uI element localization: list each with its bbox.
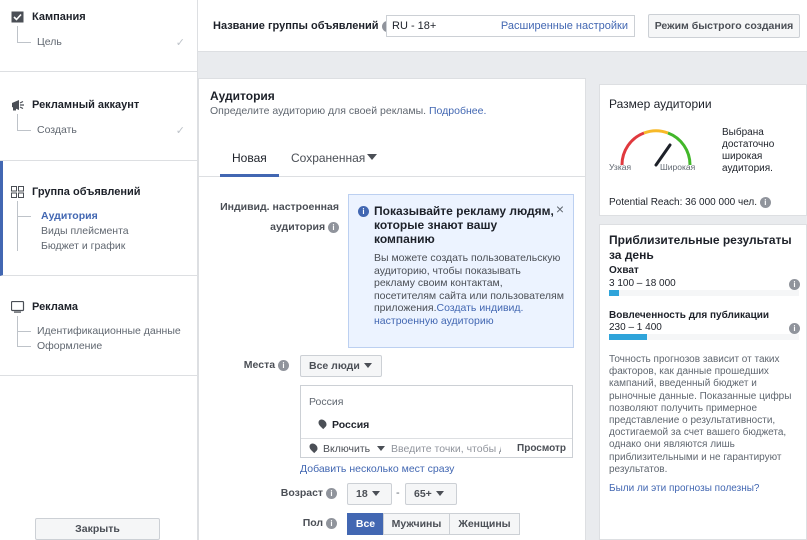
tab-new[interactable]: Новая <box>220 151 279 177</box>
location-search-input[interactable]: Введите точки, чтобы добавить <box>391 443 501 455</box>
close-icon[interactable]: × <box>556 201 564 217</box>
age-to-dropdown[interactable]: 65+ <box>405 483 457 505</box>
potential-reach: Potential Reach: 36 000 000 чел. <box>609 197 758 209</box>
tab-saved[interactable]: Сохраненная <box>291 151 378 165</box>
adset-name-value: RU - 18+ <box>392 20 437 32</box>
reach-label: Охват <box>609 265 639 276</box>
chevron-down-icon <box>377 446 386 451</box>
gender-men-button[interactable]: Мужчины <box>383 513 450 535</box>
chevron-down-icon <box>371 491 380 496</box>
tab-saved-label: Сохраненная <box>291 151 366 165</box>
age-from-value: 18 <box>356 488 368 500</box>
feedback-link[interactable]: Были ли эти прогнозы полезны? <box>609 483 759 494</box>
estimates-title: Приблизительные результаты за день <box>609 233 792 262</box>
audience-size-description: Выбрана достаточно широкая аудитория. <box>722 127 775 174</box>
chevron-down-icon <box>435 491 444 496</box>
info-circle-icon: i <box>358 206 369 217</box>
info-icon[interactable]: i <box>789 279 800 290</box>
sidebar-section-adset[interactable]: Группа объявлений Аудитория Виды плейсме… <box>0 161 197 276</box>
places-label: Места <box>243 359 276 371</box>
audience-card: Аудитория Определите аудиторию для своей… <box>198 78 586 540</box>
create-check-icon: ✓ <box>175 125 185 137</box>
location-header: Россия <box>309 396 344 408</box>
age-label: Возраст <box>280 487 324 499</box>
info-icon[interactable]: i <box>328 221 339 233</box>
adset-name-bar: Название группы объявлений i RU - 18+ Ра… <box>198 0 807 52</box>
estimates-note: Точность прогнозов зависит от таких факт… <box>609 354 792 475</box>
engagement-label: Вовлеченность для публикации <box>609 310 770 321</box>
reach-bar <box>609 290 799 296</box>
gender-all-button[interactable]: Все <box>347 513 384 535</box>
info-icon[interactable]: i <box>326 487 337 499</box>
sidebar: Кампания Цель ✓ Рекламный аккаунт Создат… <box>0 0 198 540</box>
sidebar-ad-title: Реклама <box>32 301 79 313</box>
include-dropdown[interactable]: Включить <box>307 441 386 455</box>
browse-button[interactable]: Просмотр <box>517 443 566 454</box>
engagement-bar <box>609 334 799 340</box>
audience-subtitle: Определите аудиторию для своей рекламы. <box>210 105 427 117</box>
audience-tabs: Новая Сохраненная <box>199 137 585 177</box>
sidebar-section-ad[interactable]: Реклама Идентификационные данные Оформле… <box>0 276 197 376</box>
sidebar-item-goal[interactable]: Цель <box>37 36 62 48</box>
gauge-wide-label: Широкая <box>660 162 696 172</box>
reach-value: 3 100 – 18 000 <box>609 278 676 289</box>
close-button[interactable]: Закрыть <box>35 518 160 540</box>
audience-size-card: Размер аудитории Узкая Широкая Выбрана д… <box>599 84 807 216</box>
age-from-dropdown[interactable]: 18 <box>347 483 392 505</box>
sidebar-adset-title: Группа объявлений <box>32 186 141 198</box>
location-item[interactable]: Россия <box>316 417 370 431</box>
custom-audience-label-2: аудитория <box>270 221 326 233</box>
gauge-narrow-label: Узкая <box>609 162 632 172</box>
info-icon[interactable]: i <box>326 517 337 529</box>
info-icon[interactable]: i <box>759 197 771 208</box>
age-to-value: 65+ <box>414 488 432 500</box>
audience-title: Аудитория <box>210 89 275 103</box>
quick-creation-button[interactable]: Режим быстрого создания <box>648 14 800 38</box>
location-item-label: Россия <box>332 419 370 431</box>
gender-label: Пол <box>302 517 324 529</box>
sidebar-section-campaign[interactable]: Кампания Цель ✓ <box>0 0 197 72</box>
tip-title: Показывайте рекламу людям, которые знают… <box>374 204 554 246</box>
sidebar-item-budget[interactable]: Бюджет и график <box>41 240 125 252</box>
add-multiple-locations-link[interactable]: Добавить несколько мест сразу <box>300 463 454 475</box>
engagement-value: 230 – 1 400 <box>609 322 662 333</box>
location-pin-icon <box>307 441 320 454</box>
sidebar-account-title: Рекламный аккаунт <box>32 99 140 111</box>
adset-name-input[interactable]: RU - 18+ Расширенные настройки <box>386 15 635 37</box>
sidebar-item-format[interactable]: Оформление <box>37 340 102 352</box>
info-icon[interactable]: i <box>278 359 289 371</box>
sidebar-item-identity[interactable]: Идентификационные данные <box>37 325 181 337</box>
custom-audience-label-1: Индивид. настроенная <box>220 201 339 213</box>
monitor-icon <box>10 300 25 313</box>
advanced-settings-link[interactable]: Расширенные настройки <box>501 16 628 36</box>
sidebar-campaign-title: Кампания <box>32 11 86 23</box>
chevron-down-icon <box>367 154 378 160</box>
engagement-bar-fill <box>609 334 647 340</box>
learn-more-link[interactable]: Подробнее. <box>429 105 486 117</box>
location-pin-icon <box>316 417 329 430</box>
info-icon[interactable]: i <box>789 323 800 334</box>
megaphone-icon <box>11 99 25 111</box>
goal-check-icon: ✓ <box>175 37 185 49</box>
sidebar-item-audience[interactable]: Аудитория <box>41 210 98 222</box>
grid-icon <box>11 186 25 198</box>
location-box: Россия Россия Включить Введите точки, чт… <box>300 385 573 458</box>
places-dropdown[interactable]: Все люди <box>300 355 382 377</box>
sidebar-item-create[interactable]: Создать <box>37 124 77 136</box>
sidebar-section-account[interactable]: Рекламный аккаунт Создать ✓ <box>0 72 197 161</box>
campaign-check-icon <box>11 11 25 23</box>
custom-audience-tip: i × Показывайте рекламу людям, которые з… <box>348 194 574 348</box>
include-dropdown-value: Включить <box>323 443 371 455</box>
chevron-down-icon <box>363 363 372 368</box>
gender-women-button[interactable]: Женщины <box>449 513 520 535</box>
estimated-results-card: Приблизительные результаты за день Охват… <box>599 224 807 540</box>
places-dropdown-value: Все люди <box>309 360 360 372</box>
reach-bar-fill <box>609 290 619 296</box>
audience-size-title: Размер аудитории <box>609 97 712 111</box>
age-separator: - <box>396 487 400 499</box>
adset-name-label: Название группы объявлений <box>213 20 379 32</box>
sidebar-item-placements[interactable]: Виды плейсмента <box>41 225 129 237</box>
